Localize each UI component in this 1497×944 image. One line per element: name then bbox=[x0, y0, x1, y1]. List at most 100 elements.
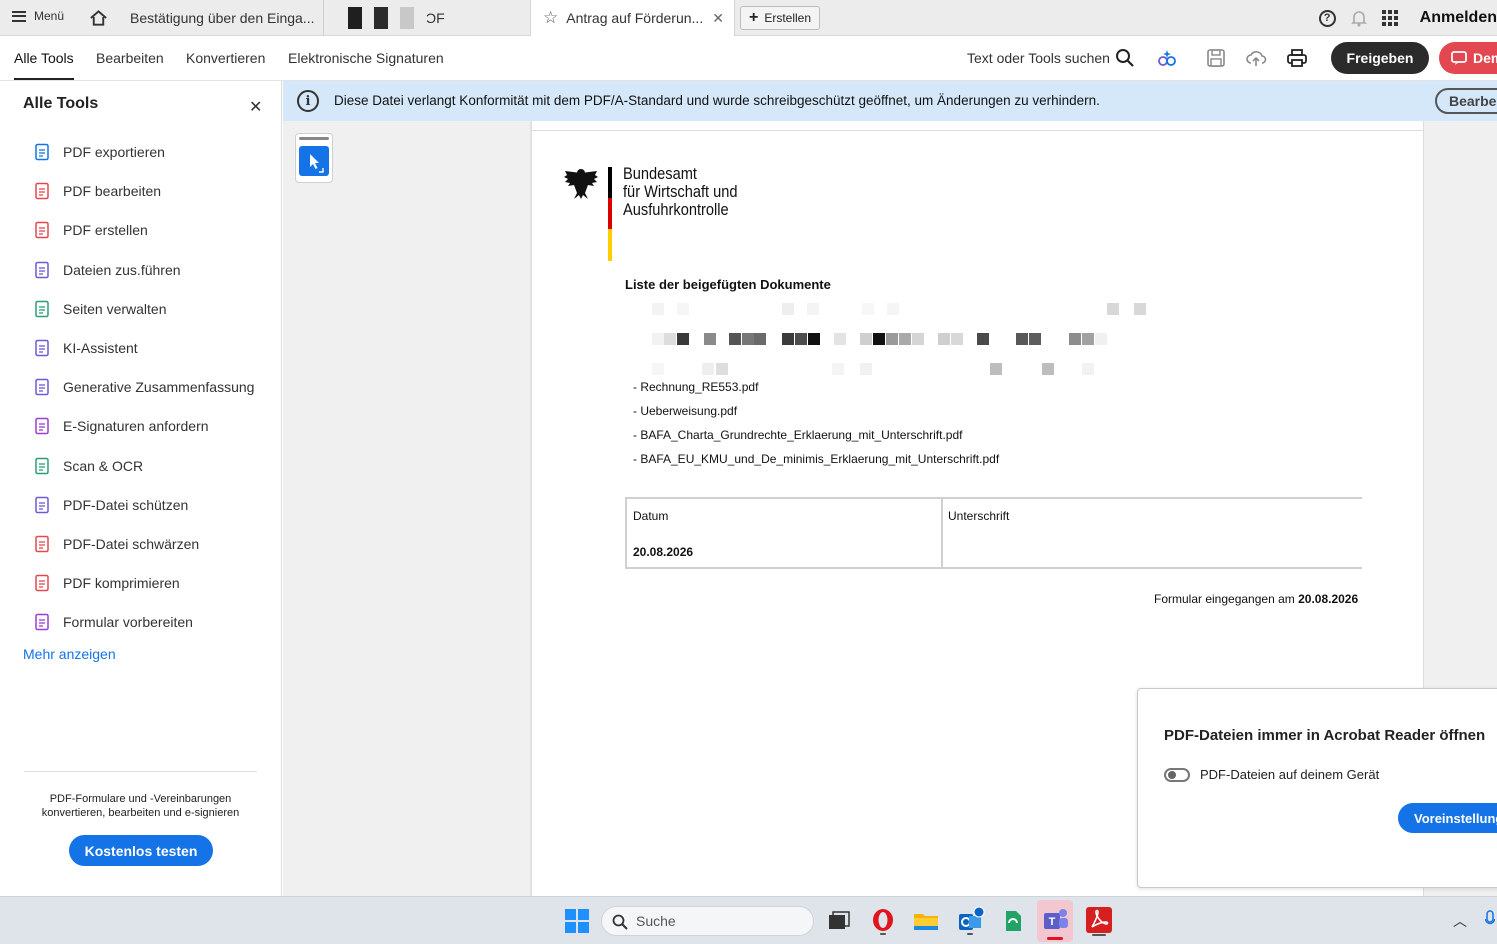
tool-handle bbox=[299, 137, 329, 140]
banner-message: Diese Datei verlangt Konformität mit dem… bbox=[334, 93, 1100, 108]
free-trial-button[interactable]: Kostenlos testen bbox=[69, 835, 213, 866]
cloud-upload-icon[interactable] bbox=[1245, 47, 1267, 69]
outlook-icon[interactable] bbox=[955, 906, 985, 936]
tool-item[interactable]: KI-Assistent bbox=[33, 337, 138, 359]
microphone-icon[interactable] bbox=[1485, 910, 1495, 928]
tool-item-label: PDF exportieren bbox=[63, 144, 165, 160]
taskbar-search[interactable]: Suche bbox=[601, 906, 814, 936]
tool-item[interactable]: E-Signaturen anfordern bbox=[33, 415, 209, 437]
enable-editing-button[interactable]: Bearbeiten bbox=[1435, 88, 1497, 114]
save-icon[interactable] bbox=[1205, 47, 1227, 69]
nav-edit[interactable]: Bearbeiten bbox=[96, 50, 164, 66]
nav-all-tools[interactable]: Alle Tools bbox=[14, 50, 74, 80]
scan-ocr-icon bbox=[35, 457, 49, 474]
form-received-line: Formular eingegangen am 20.08.2026 bbox=[1154, 592, 1358, 606]
prepare-form-icon bbox=[35, 614, 49, 631]
tab-redacted[interactable]: ϽF bbox=[336, 0, 526, 36]
tool-item-label: PDF-Datei schwärzen bbox=[63, 536, 200, 552]
help-icon[interactable]: ? bbox=[1318, 9, 1336, 27]
redaction-pixel bbox=[704, 333, 716, 345]
ai-tools-icon[interactable] bbox=[1156, 47, 1178, 69]
received-prefix: Formular eingegangen am bbox=[1154, 592, 1295, 606]
svg-text:T: T bbox=[1049, 916, 1056, 928]
menu-button[interactable]: Menü bbox=[12, 9, 64, 23]
acrobat-reader-icon[interactable] bbox=[1084, 906, 1114, 936]
file-explorer-icon[interactable] bbox=[911, 906, 941, 936]
tab-bestaetigung[interactable]: Bestätigung über den Einga... bbox=[118, 0, 324, 36]
redaction-pixel bbox=[834, 333, 846, 345]
sheets-app-icon[interactable] bbox=[998, 906, 1028, 936]
date-label: Datum bbox=[633, 509, 669, 523]
redaction-pixel bbox=[795, 333, 807, 345]
organize-pages-icon bbox=[35, 300, 49, 318]
demo-button[interactable]: Demo bbox=[1439, 42, 1497, 74]
tool-item-label: Scan & OCR bbox=[63, 457, 144, 474]
close-panel-icon[interactable]: ✕ bbox=[249, 97, 262, 117]
tool-item[interactable]: PDF bearbeiten bbox=[33, 180, 161, 202]
redacted-block bbox=[348, 7, 362, 29]
document-heading: Liste der beigefügten Dokumente bbox=[625, 277, 831, 292]
signature-label: Unterschrift bbox=[948, 509, 1010, 523]
windows-start-icon[interactable] bbox=[565, 909, 589, 933]
redaction-pixel bbox=[702, 363, 714, 375]
task-view-icon[interactable] bbox=[824, 906, 854, 936]
new-tab-label: Erstellen bbox=[764, 11, 812, 25]
preferences-button[interactable]: Voreinstellungen bbox=[1398, 803, 1497, 833]
compress-pdf-icon bbox=[35, 574, 49, 592]
opera-browser-icon[interactable] bbox=[868, 906, 898, 936]
share-button[interactable]: Freigeben bbox=[1331, 42, 1429, 74]
chevron-up-icon[interactable]: ︿ bbox=[1453, 911, 1467, 931]
selection-tool[interactable] bbox=[295, 133, 333, 183]
close-tab-icon[interactable]: ✕ bbox=[712, 10, 724, 27]
flag-stripe bbox=[608, 167, 612, 261]
home-icon[interactable] bbox=[89, 9, 108, 27]
signin-link[interactable]: Anmelden bbox=[1420, 9, 1497, 27]
tool-item[interactable]: Seiten verwalten bbox=[33, 298, 167, 320]
redaction-pixel bbox=[1042, 363, 1054, 375]
main-toolbar: Alle Tools Bearbeiten Konvertieren Elekt… bbox=[0, 36, 1497, 81]
tool-item[interactable]: PDF-Datei schwärzen bbox=[33, 533, 199, 555]
redaction-pixel bbox=[912, 333, 924, 345]
redaction-pixel bbox=[860, 333, 872, 345]
tool-item[interactable]: PDF erstellen bbox=[33, 219, 148, 241]
bell-icon[interactable] bbox=[1350, 9, 1368, 27]
pdfa-info-banner: i Diese Datei verlangt Konformität mit d… bbox=[283, 81, 1497, 121]
tool-item[interactable]: Dateien zus.führen bbox=[33, 259, 181, 281]
page-top-edge bbox=[532, 121, 1425, 131]
combine-files-icon bbox=[35, 261, 49, 278]
agency-line: für Wirtschaft und bbox=[623, 182, 738, 201]
redaction-pixel bbox=[1082, 363, 1094, 375]
redaction-pixel bbox=[938, 333, 950, 345]
search-icon[interactable] bbox=[1114, 47, 1136, 69]
tool-item-label: Dateien zus.führen bbox=[63, 261, 181, 278]
star-icon[interactable]: ☆ bbox=[543, 8, 558, 28]
taskbar-search-placeholder: Suche bbox=[636, 913, 676, 929]
nav-esignatures[interactable]: Elektronische Signaturen bbox=[288, 50, 444, 66]
redaction-pixel bbox=[1082, 333, 1094, 345]
redaction-pixel bbox=[652, 363, 664, 375]
tool-search-label[interactable]: Text oder Tools suchen bbox=[967, 50, 1110, 66]
tool-item[interactable]: PDF exportieren bbox=[33, 141, 165, 163]
tool-item[interactable]: PDF komprimieren bbox=[33, 572, 180, 594]
tool-item[interactable]: Formular vorbereiten bbox=[33, 611, 193, 633]
new-tab-button[interactable]: + Erstellen bbox=[740, 6, 821, 30]
redaction-pixel bbox=[990, 363, 1002, 375]
teams-app-highlight[interactable]: T bbox=[1037, 900, 1073, 942]
tool-item[interactable]: Scan & OCR bbox=[33, 455, 143, 477]
tab-antrag-active[interactable]: ☆ Antrag auf Förderun... ✕ bbox=[530, 0, 735, 36]
tool-item[interactable]: PDF-Datei schützen bbox=[33, 494, 188, 516]
redaction-pixel bbox=[1016, 333, 1028, 345]
nav-convert[interactable]: Konvertieren bbox=[186, 50, 265, 66]
show-more-link[interactable]: Mehr anzeigen bbox=[23, 646, 116, 662]
create-pdf-icon bbox=[35, 222, 49, 239]
default-reader-popup: PDF-Dateien immer in Acrobat Reader öffn… bbox=[1137, 688, 1497, 888]
redaction-pixel bbox=[1029, 333, 1041, 345]
tool-item[interactable]: Generative Zusammenfassung bbox=[33, 376, 254, 398]
redaction-pixel bbox=[977, 333, 989, 345]
protect-pdf-icon bbox=[35, 496, 49, 514]
redaction-pixel bbox=[782, 303, 794, 315]
default-reader-toggle[interactable] bbox=[1164, 768, 1190, 782]
print-icon[interactable] bbox=[1286, 47, 1308, 69]
apps-grid-icon[interactable] bbox=[1381, 10, 1398, 26]
cursor-icon[interactable] bbox=[299, 146, 329, 176]
